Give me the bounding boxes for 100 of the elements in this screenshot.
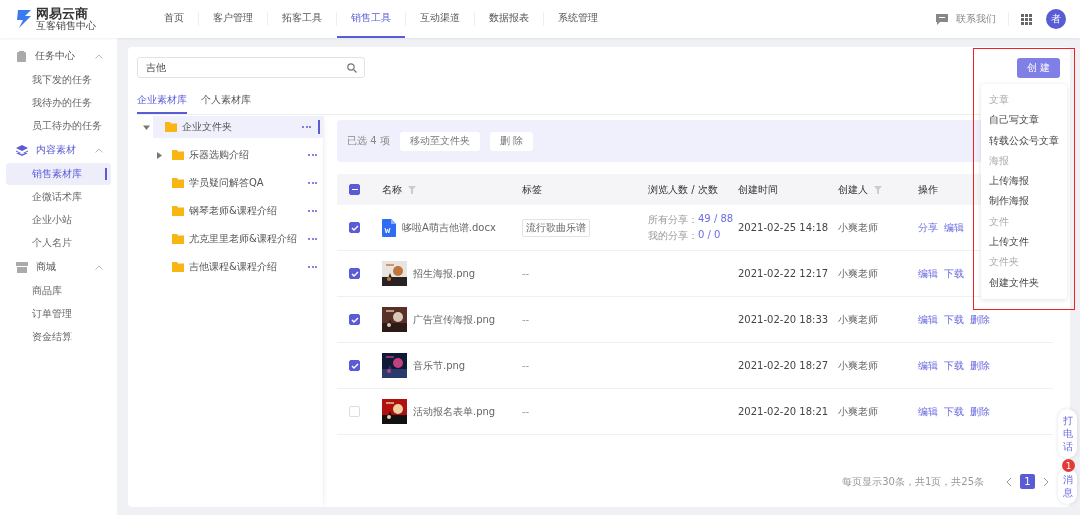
search-icon[interactable] (347, 63, 357, 73)
nav-tab[interactable]: 销售工具 (337, 0, 405, 38)
action-link[interactable]: 编辑 (918, 404, 938, 419)
folder-icon (172, 178, 184, 188)
table-cell: 小爽老师 (838, 404, 878, 419)
caret-icon[interactable] (143, 123, 150, 131)
sidebar-item[interactable]: 销售素材库 (6, 163, 111, 185)
file-name[interactable]: 招生海报.png (413, 266, 476, 281)
action-link[interactable]: 删除 (970, 358, 990, 373)
table-cell: -- (522, 314, 530, 325)
select-all-checkbox[interactable] (349, 184, 360, 195)
sidebar-item[interactable]: 我下发的任务 (6, 69, 111, 91)
action-link[interactable]: 下载 (944, 358, 964, 373)
row-checkbox[interactable] (349, 314, 360, 325)
action-link[interactable]: 编辑 (918, 358, 938, 373)
apps-grid-icon[interactable] (1021, 13, 1032, 25)
share-label: 所有分享： (648, 212, 698, 227)
logo-icon (15, 8, 33, 30)
menu-group-heading: 文件夹 (988, 255, 1020, 270)
store-icon (16, 261, 28, 273)
sidebar-item[interactable]: 资金结算 (6, 326, 111, 348)
nav-tab[interactable]: 客户管理 (199, 0, 267, 38)
previous-page-icon[interactable] (1006, 476, 1012, 487)
file-name[interactable]: 音乐节.png (413, 358, 466, 373)
menu-item[interactable]: 创建文件夹 (981, 272, 1067, 293)
menu-item[interactable]: 制作海报 (981, 191, 1067, 212)
action-link[interactable]: 编辑 (918, 266, 938, 281)
file-name[interactable]: 广告宣传海报.png (413, 312, 496, 327)
folder-row[interactable]: 尤克里里老师&课程介绍 (137, 228, 323, 250)
nav-tab[interactable]: 系统管理 (544, 0, 612, 38)
sidebar-item[interactable]: 我待办的任务 (6, 92, 111, 114)
sidebar-group[interactable]: 商城 (36, 260, 56, 274)
action-link[interactable]: 编辑 (918, 312, 938, 327)
next-page-icon[interactable] (1043, 476, 1049, 487)
folder-icon (172, 262, 184, 272)
menu-item[interactable]: 上传文件 (981, 232, 1067, 253)
sidebar-item[interactable]: 企微话术库 (6, 186, 111, 208)
page-button[interactable]: 1 (1020, 474, 1035, 489)
folder-name: 企业文件夹 (182, 120, 232, 134)
table-cell: 2021-02-22 12:17 (738, 268, 829, 279)
create-button[interactable]: 创 建 (1016, 57, 1060, 78)
column-header: 浏览人数 / 次数 (648, 182, 718, 197)
search-field[interactable]: 吉他 (137, 57, 365, 78)
action-link[interactable]: 下载 (944, 312, 964, 327)
row-checkbox[interactable] (349, 360, 360, 371)
action-link[interactable]: 删除 (970, 312, 990, 327)
floating-button[interactable]: 消息 (1058, 468, 1077, 504)
sidebar-item[interactable]: 个人名片 (6, 232, 111, 254)
folder-name: 尤克里里老师&课程介绍 (189, 232, 297, 246)
floating-button[interactable]: 打电话 (1058, 409, 1077, 458)
column-header: 创建人 (838, 182, 868, 197)
sidebar-item[interactable]: 订单管理 (6, 303, 111, 325)
action-link[interactable]: 删除 (970, 404, 990, 419)
tag-label: 流行歌曲乐谱 (522, 218, 590, 237)
chevron-icon[interactable] (95, 53, 103, 59)
folder-row[interactable]: 吉他课程&课程介绍 (137, 256, 323, 278)
folder-row[interactable]: 学员疑问解答QA (137, 172, 323, 194)
menu-item[interactable]: 自己写文章 (981, 110, 1067, 131)
folder-name: 吉他课程&课程介绍 (189, 260, 277, 274)
menu-item[interactable]: 上传海报 (981, 171, 1067, 192)
folder-icon (172, 206, 184, 216)
batch-button[interactable]: 移动至文件夹 (399, 131, 480, 151)
column-header: 名称 (382, 182, 402, 197)
sidebar-group[interactable]: 内容素材 (36, 143, 76, 157)
user-avatar[interactable]: 者 (1046, 9, 1066, 29)
file-name[interactable]: 哆啦A萌吉他谱.docx (402, 220, 496, 235)
chat-icon (936, 13, 948, 25)
folder-name: 钢琴老师&课程介绍 (189, 204, 277, 218)
folder-row[interactable]: 钢琴老师&课程介绍 (137, 200, 323, 222)
column-header: 标签 (522, 182, 542, 197)
caret-icon[interactable] (157, 151, 162, 159)
nav-tab[interactable]: 首页 (150, 0, 198, 38)
file-name[interactable]: 活动报名表单.png (413, 404, 496, 419)
chevron-icon[interactable] (95, 264, 103, 270)
row-checkbox[interactable] (349, 268, 360, 279)
action-link[interactable]: 下载 (944, 266, 964, 281)
menu-item[interactable]: 转载公众号文章 (981, 130, 1067, 151)
share-label: 我的分享： (648, 228, 698, 243)
sidebar-item[interactable]: 企业小站 (6, 209, 111, 231)
folder-row[interactable]: 乐器选购介绍 (137, 144, 323, 166)
sidebar-item[interactable]: 员工待办的任务 (6, 115, 111, 137)
brand-name: 网易云商 (36, 6, 88, 21)
folder-icon (172, 234, 184, 244)
batch-button[interactable]: 删 除 (489, 131, 533, 151)
pagination-summary: 每页显示30条，共1页，共25条 (842, 474, 984, 489)
sidebar-item[interactable]: 商品库 (6, 280, 111, 302)
share-count[interactable]: 0 / 0 (698, 228, 721, 243)
row-checkbox[interactable] (349, 222, 360, 233)
chevron-icon[interactable] (95, 147, 103, 153)
sidebar-group[interactable]: 任务中心 (35, 49, 75, 63)
nav-tab[interactable]: 拓客工具 (268, 0, 336, 38)
action-link[interactable]: 编辑 (944, 220, 964, 235)
contact-link[interactable]: 联系我们 (956, 12, 996, 26)
action-link[interactable]: 下载 (944, 404, 964, 419)
action-link[interactable]: 分享 (918, 220, 938, 235)
library-tab[interactable]: 个人素材库 (201, 93, 251, 114)
library-tab[interactable]: 企业素材库 (137, 93, 187, 114)
share-count[interactable]: 49 / 88 (698, 212, 734, 227)
nav-tab[interactable]: 数据报表 (475, 0, 543, 38)
nav-tab[interactable]: 互动渠道 (406, 0, 474, 38)
